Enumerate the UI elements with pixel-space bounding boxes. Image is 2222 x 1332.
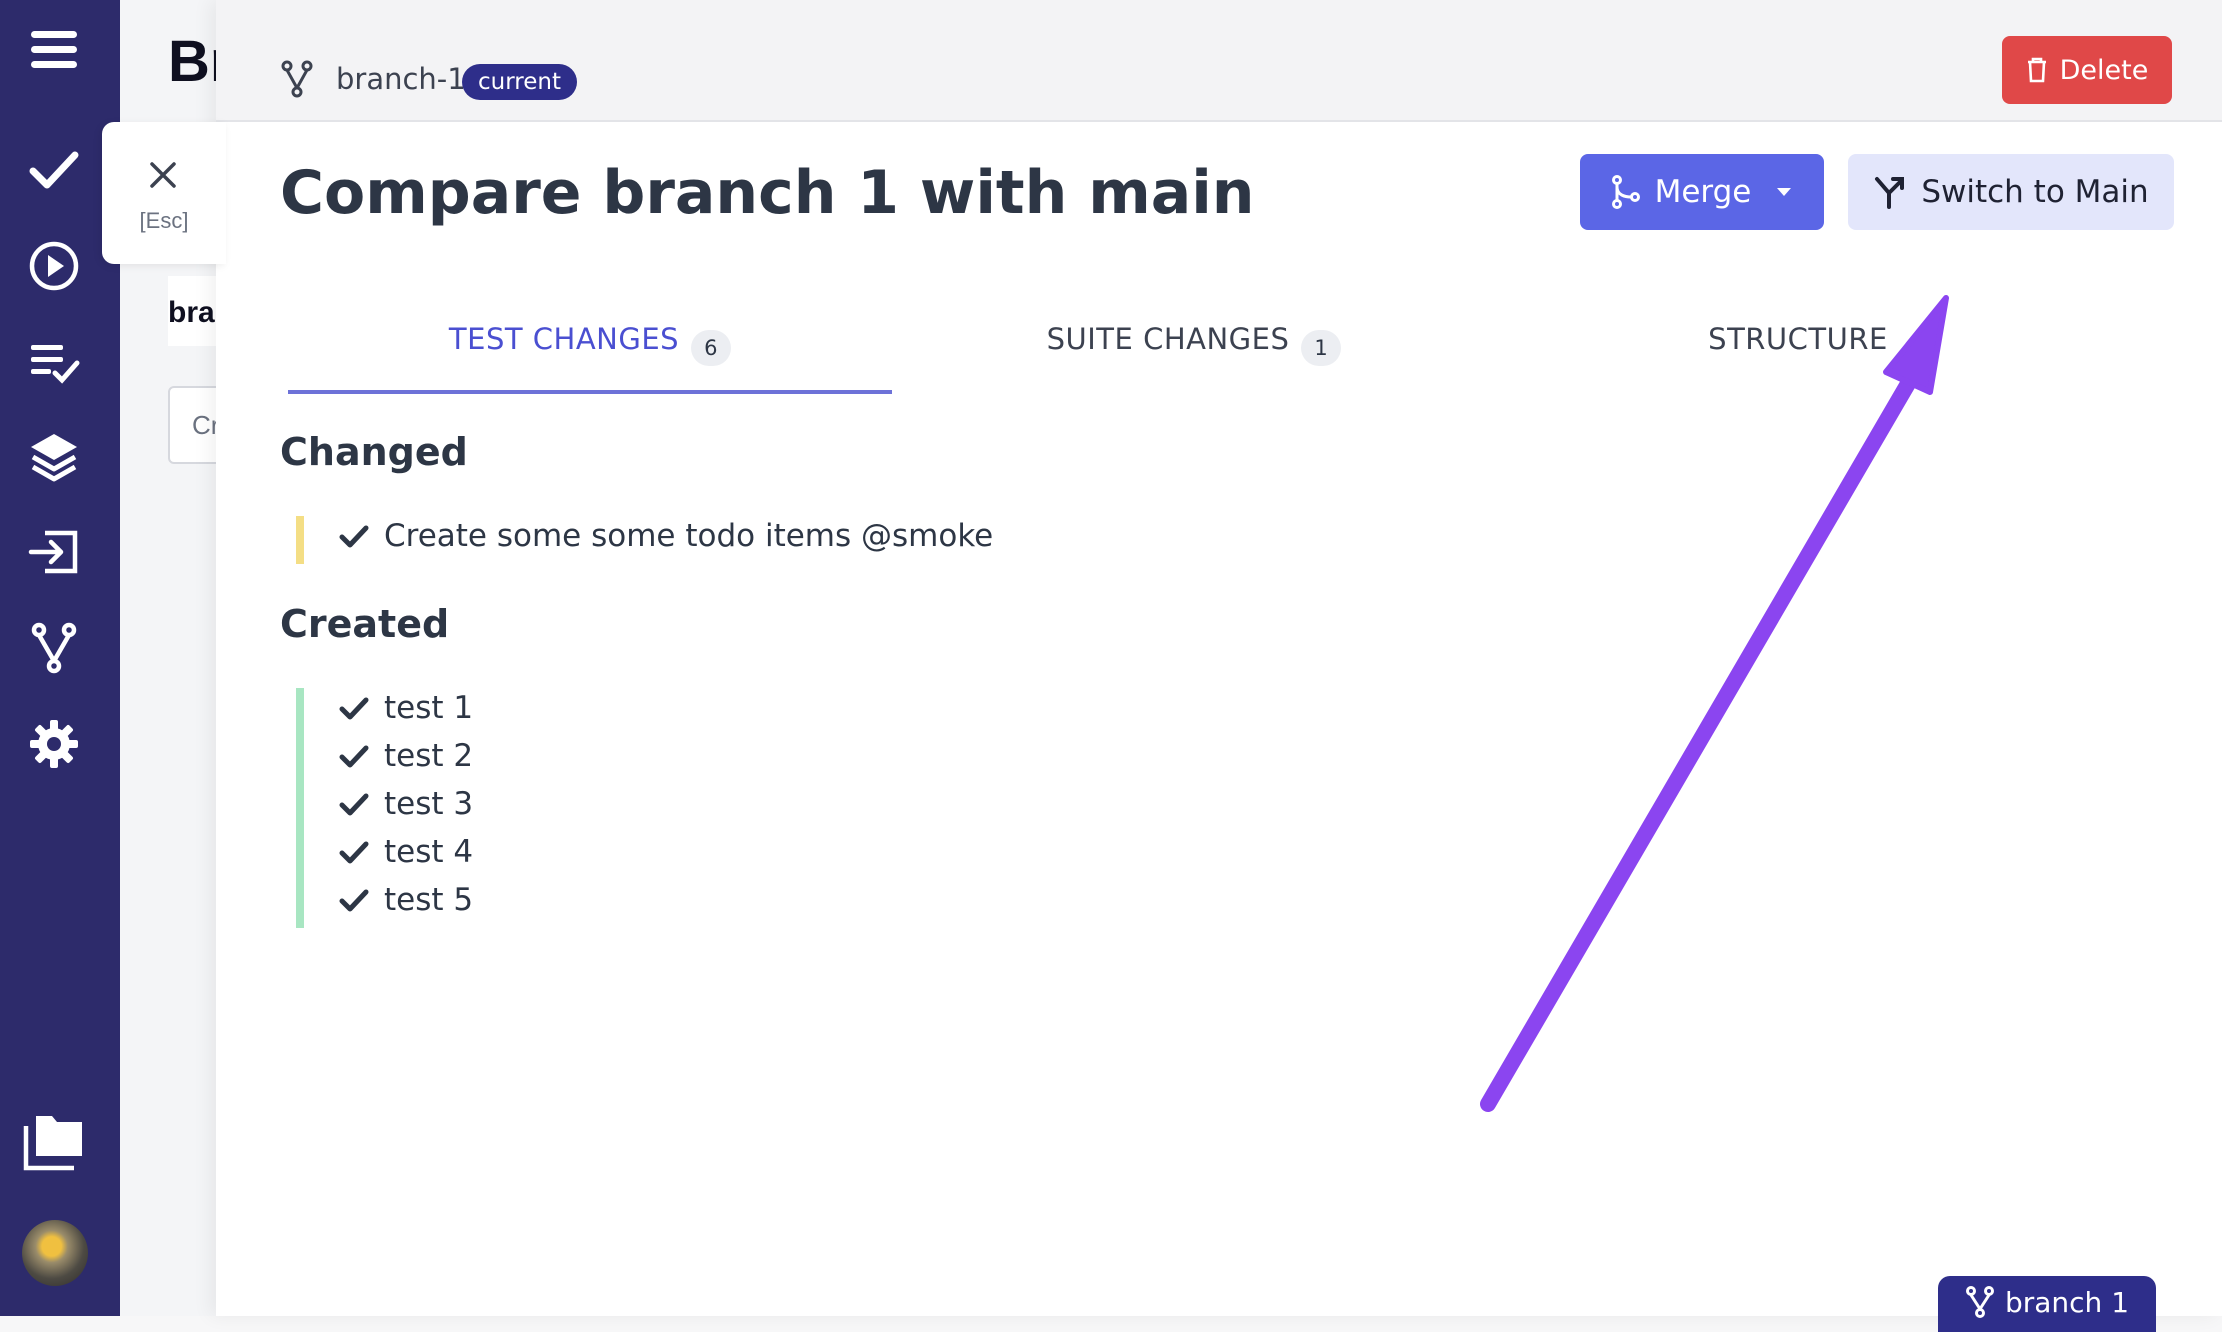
current-badge: current — [462, 64, 577, 100]
drawer-header: branch-1 current Delete — [216, 0, 2222, 122]
current-branch-pill[interactable]: branch 1 — [1938, 1276, 2156, 1332]
merge-icon — [1611, 175, 1640, 209]
test-name: test 3 — [384, 786, 474, 822]
check-icon — [339, 525, 369, 548]
play-circle-icon[interactable] — [26, 238, 82, 294]
merge-label: Merge — [1654, 174, 1752, 210]
branch-pill-label: branch 1 — [2004, 1286, 2130, 1319]
layers-icon[interactable] — [26, 428, 82, 484]
tab-count: 1 — [1301, 330, 1342, 366]
check-icon — [339, 841, 369, 864]
close-drawer-button[interactable]: [Esc] — [102, 122, 226, 264]
tab-structure[interactable]: STRUCTURE — [1496, 322, 2100, 394]
section-title-changed: Changed — [280, 430, 468, 474]
gear-icon[interactable] — [26, 716, 82, 772]
switch-label: Switch to Main — [1921, 174, 2149, 210]
list-item[interactable]: test 3 — [338, 786, 473, 822]
branch-icon — [1965, 1286, 1994, 1318]
switch-to-main-button[interactable]: Switch to Main — [1848, 154, 2174, 230]
chevron-down-icon[interactable] — [1775, 186, 1793, 198]
branch-icon — [281, 60, 313, 98]
tab-label: TEST CHANGES — [448, 322, 680, 356]
test-name: test 5 — [384, 882, 474, 918]
list-item[interactable]: test 4 — [338, 834, 473, 870]
page-title: Compare branch 1 with main — [280, 158, 1255, 228]
menu-icon[interactable] — [26, 22, 82, 78]
check-icon — [339, 697, 369, 720]
import-icon[interactable] — [26, 524, 82, 580]
created-indicator-bar — [296, 688, 304, 928]
folders-icon[interactable] — [22, 1112, 86, 1172]
tab-suite-changes[interactable]: SUITE CHANGES 1 — [892, 322, 1496, 394]
tab-label: STRUCTURE — [1708, 322, 1888, 356]
close-icon[interactable] — [144, 156, 182, 194]
switch-branch-icon — [1875, 177, 1905, 209]
tab-test-changes[interactable]: TEST CHANGES 6 — [288, 322, 892, 394]
check-icon — [339, 889, 369, 912]
checklist-icon[interactable] — [26, 334, 82, 390]
delete-label: Delete — [2059, 54, 2149, 86]
list-item[interactable]: test 1 — [338, 690, 473, 726]
test-name: Create some some todo items @smoke — [384, 518, 994, 554]
trash-icon — [2027, 57, 2046, 83]
tab-label: SUITE CHANGES — [1046, 322, 1290, 356]
tab-count: 6 — [691, 330, 732, 366]
check-icon — [339, 793, 369, 816]
list-item[interactable]: test 2 — [338, 738, 473, 774]
test-name: test 2 — [384, 738, 474, 774]
check-icon[interactable] — [26, 142, 82, 198]
compare-drawer: branch-1 current Delete Compare branch 1… — [216, 0, 2222, 1316]
delete-button[interactable]: Delete — [2002, 36, 2172, 104]
merge-button[interactable]: Merge — [1580, 154, 1824, 230]
list-item[interactable]: Create some some todo items @smoke — [338, 518, 993, 554]
list-item[interactable]: test 5 — [338, 882, 473, 918]
changed-indicator-bar — [296, 516, 304, 564]
test-name: test 4 — [384, 834, 474, 870]
branch-name: branch-1 — [336, 62, 466, 96]
test-name: test 1 — [384, 690, 474, 726]
branch-icon[interactable] — [26, 620, 82, 676]
check-icon — [339, 745, 369, 768]
section-title-created: Created — [280, 602, 450, 646]
avatar[interactable] — [22, 1220, 88, 1286]
esc-hint: [Esc] — [139, 208, 189, 233]
